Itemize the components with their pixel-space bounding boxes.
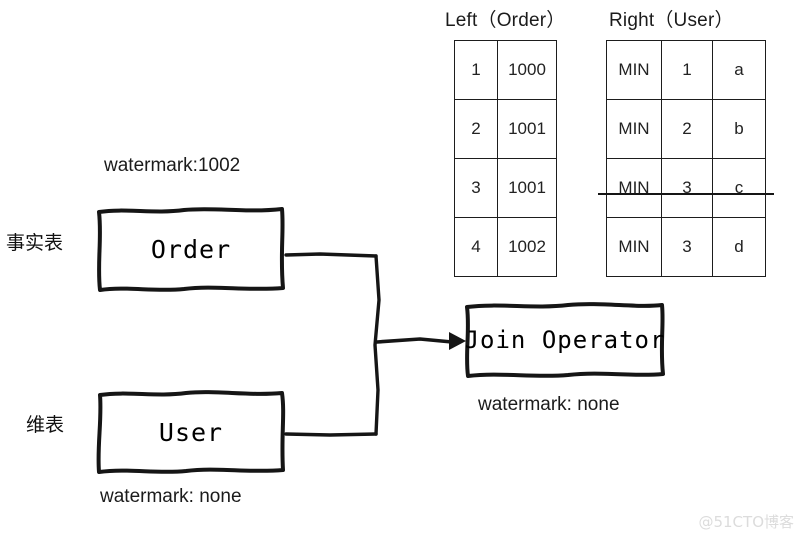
node-join-operator-label: Join Operator <box>464 326 666 354</box>
diagram-canvas: Left（Order） Right（User） 1 1000 2 1001 3 … <box>0 0 804 540</box>
node-order-label: Order <box>150 234 232 264</box>
node-user[interactable]: User <box>96 390 286 474</box>
user-watermark-caption: watermark: none <box>100 486 242 507</box>
node-join-operator[interactable]: Join Operator <box>464 302 666 378</box>
fact-table-label: 事实表 <box>6 232 64 254</box>
dimension-table-label: 维表 <box>26 414 65 436</box>
node-order[interactable]: Order <box>96 206 286 292</box>
site-watermark: @51CTO博客 <box>698 513 794 531</box>
join-watermark-caption: watermark: none <box>478 394 620 415</box>
order-watermark-caption: watermark:1002 <box>104 155 241 176</box>
node-user-label: User <box>158 417 224 447</box>
